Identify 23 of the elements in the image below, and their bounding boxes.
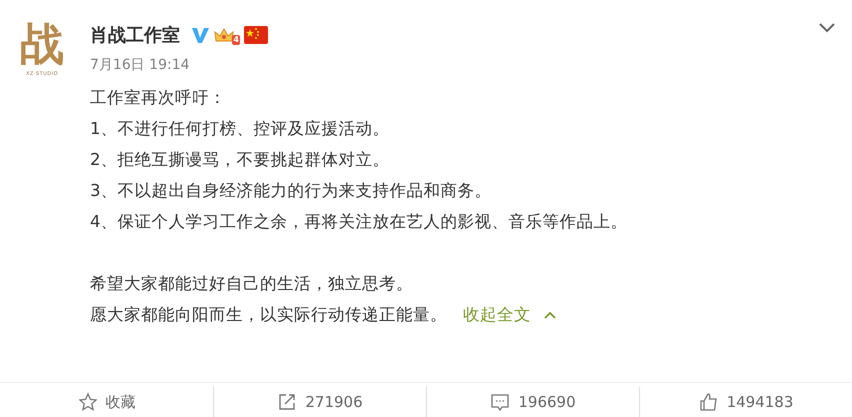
comment-button[interactable]: 196690 [426, 387, 639, 417]
share-icon [277, 392, 298, 412]
verified-icon [190, 25, 210, 45]
post-text-line: 工作室再次呼吁： [90, 87, 226, 109]
comment-icon [490, 392, 510, 412]
post-text-line: 愿大家都能向阳而生，以实际行动传递正能量。 [90, 304, 447, 326]
chevron-down-icon[interactable] [818, 22, 836, 34]
post-text-line: 3、不以超出自身经济能力的行为来支持作品和商务。 [90, 180, 492, 202]
post-text-line: 4、保证个人学习工作之余，再将关注放在艺人的影视、音乐等作品上。 [90, 211, 628, 233]
post-text-line: 2、拒绝互撕谩骂，不要挑起群体对立。 [90, 149, 390, 171]
chevron-up-icon [543, 310, 557, 320]
like-button[interactable]: 1494183 [639, 387, 852, 417]
favorite-button[interactable]: 收藏 [0, 387, 213, 417]
post-time[interactable]: 7月16日 19:14 [90, 56, 190, 74]
post-text-line: 希望大家都能过好自己的生活，独立思考。 [90, 273, 413, 295]
thumbs-up-icon [698, 392, 719, 412]
post-text-line: 1、不进行任何打榜、控评及应援活动。 [90, 118, 390, 140]
author-name[interactable]: 肖战工作室 [90, 23, 180, 47]
collapse-link[interactable]: 收起全文 [463, 299, 557, 330]
avatar-logo-text: 战 [20, 20, 64, 70]
repost-button[interactable]: 271906 [213, 387, 426, 417]
flag-icon [244, 26, 268, 44]
star-icon [78, 392, 98, 412]
